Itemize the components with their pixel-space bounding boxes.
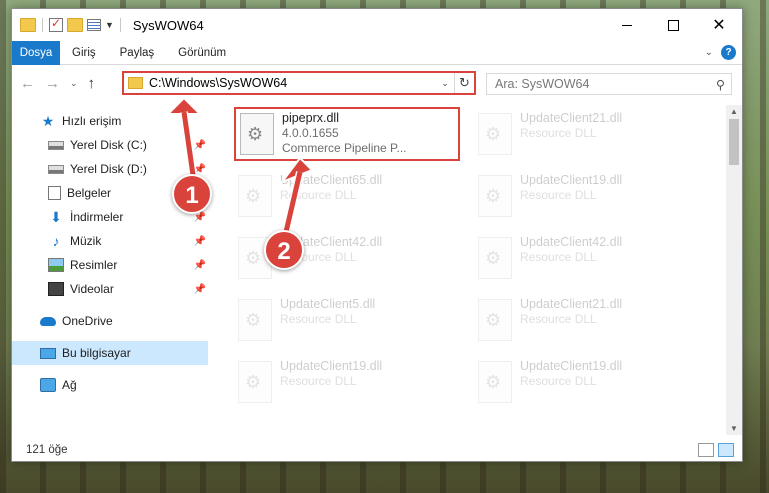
step-badge-2: 2 bbox=[264, 230, 304, 270]
annotation-arrows bbox=[165, 96, 314, 233]
arrow-2-shaft-fill bbox=[283, 171, 303, 233]
arrow-1 bbox=[165, 96, 203, 115]
step-badge-1: 1 bbox=[172, 174, 212, 214]
